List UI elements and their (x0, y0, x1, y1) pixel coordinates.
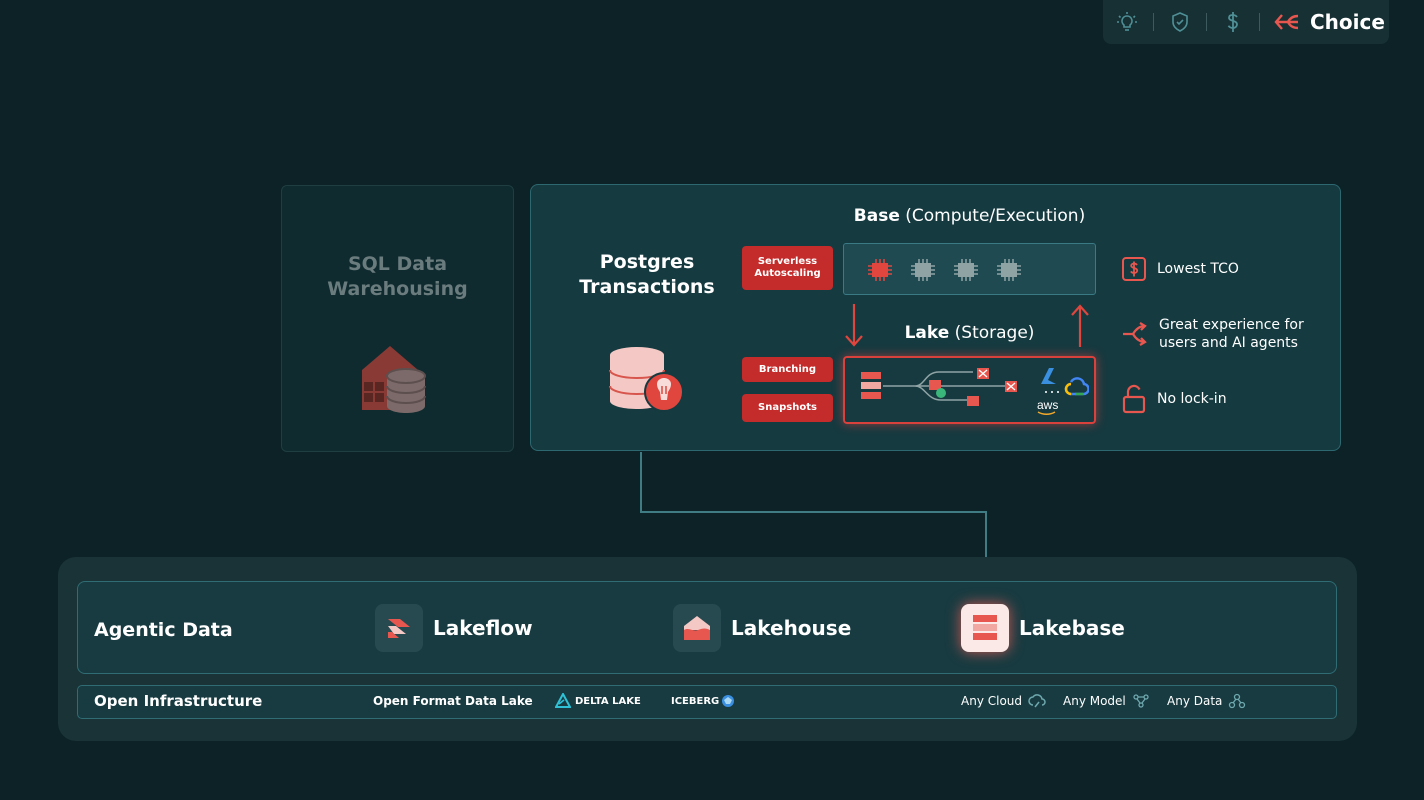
postgres-title: Postgres Transactions (579, 251, 715, 298)
cloud-providers-icon: aws (1037, 368, 1089, 415)
lakeflow-icon (375, 604, 423, 652)
agentic-data-label: Agentic Data (94, 619, 233, 641)
chip-icon (868, 259, 892, 281)
feature-no-lock-in: No lock-in (1121, 384, 1227, 414)
iceberg-logo: ICEBERG (671, 694, 735, 708)
compute-chips (868, 259, 1021, 281)
compute-box (843, 243, 1096, 295)
model-network-icon (1133, 694, 1149, 708)
share-icon (1123, 322, 1147, 346)
product-lakeflow[interactable]: Lakeflow (375, 604, 533, 652)
open-format-label: Open Format Data Lake (373, 694, 533, 708)
azure-icon (1041, 368, 1056, 384)
feature-great-experience: Great experience for users and AI agents (1121, 316, 1304, 352)
product-lakebase[interactable]: Lakebase (961, 604, 1125, 652)
feature-lowest-tco: Lowest TCO (1121, 256, 1239, 282)
check-icon (936, 388, 946, 398)
any-data-item: Any Data (1167, 693, 1246, 709)
iceberg-icon (722, 695, 735, 707)
open-infrastructure-label: Open Infrastructure (94, 692, 263, 710)
any-cloud-item: Any Cloud (961, 693, 1046, 709)
delta-lake-logo: DELTA LAKE (555, 693, 641, 709)
lakebase-icon (961, 604, 1009, 652)
base-title: Base (Compute/Execution) (853, 206, 1086, 226)
snapshots-button[interactable]: Snapshots (742, 394, 833, 422)
lakehouse-icon (673, 604, 721, 652)
any-model-item: Any Model (1063, 693, 1150, 709)
gcp-icon (1064, 377, 1089, 396)
snapshot-x-icon (1005, 381, 1017, 392)
chip-icon (997, 259, 1021, 281)
node-icon (967, 396, 979, 406)
lake-title: Lake (Storage) (904, 323, 1035, 343)
storage-box: aws (843, 356, 1096, 424)
dollar-icon (1122, 257, 1146, 281)
postgres-database-icon (609, 347, 684, 412)
unlock-icon (1122, 384, 1146, 414)
snapshot-x-icon (977, 368, 989, 379)
chip-icon (954, 259, 978, 281)
branching-button[interactable]: Branching (742, 357, 833, 382)
data-nodes-icon (1229, 693, 1246, 709)
server-icon (861, 372, 881, 399)
product-lakehouse[interactable]: Lakehouse (673, 604, 851, 652)
aws-label: aws (1037, 398, 1058, 412)
delta-icon (555, 693, 571, 708)
cloud-icon (1028, 694, 1046, 708)
chip-icon (911, 259, 935, 281)
serverless-autoscaling-button[interactable]: Serverless Autoscaling (742, 246, 833, 290)
